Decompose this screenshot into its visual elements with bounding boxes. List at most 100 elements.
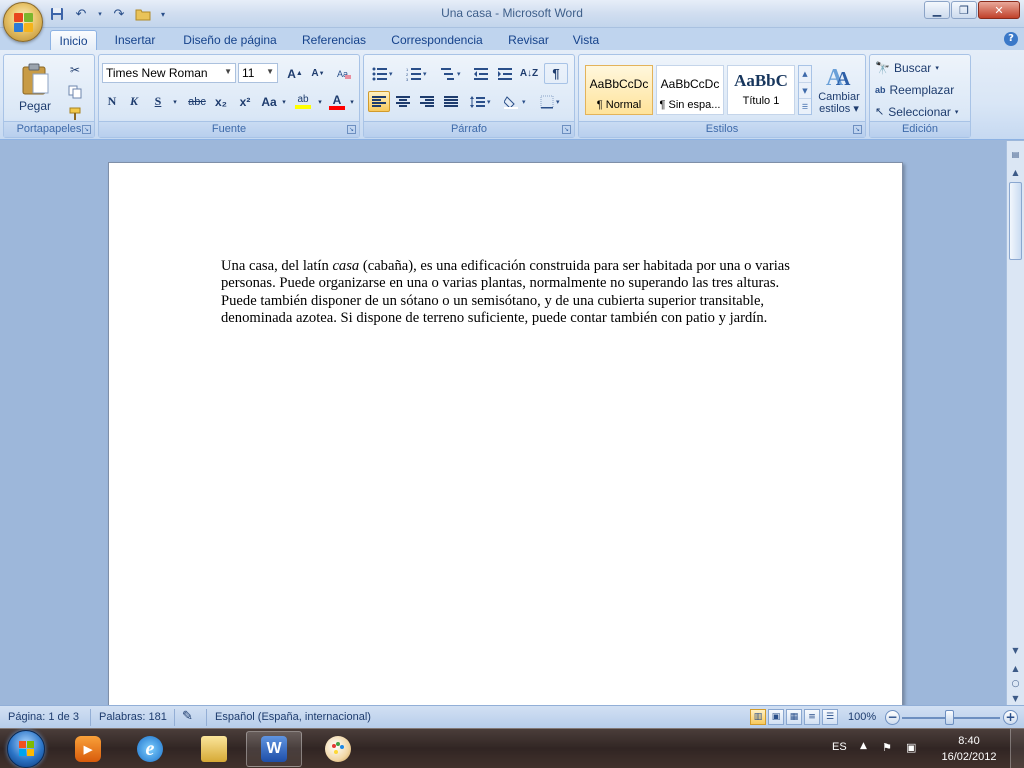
language-indicator[interactable]: Español (España, internacional) [215,711,371,723]
close-button[interactable]: ✕ [978,1,1020,19]
taskbar-windows-explorer[interactable] [186,731,242,767]
grow-font-button[interactable]: A ▲ [284,63,306,84]
highlight-button[interactable]: ab [291,91,315,112]
outline-view-icon[interactable]: ≡ [804,709,820,725]
bullets-icon[interactable]: ▾ [368,63,398,84]
input-language[interactable]: ES [832,741,847,753]
word-count[interactable]: Palabras: 181 [99,711,167,723]
portapapeles-launcher-icon[interactable]: ↘ [82,125,91,134]
maximize-button[interactable]: ❐ [951,1,977,19]
tab-vista[interactable]: Vista [566,30,606,50]
scroll-down-icon[interactable]: ▼ [1008,643,1023,658]
bold-button[interactable]: N [102,91,122,112]
chevron-down-icon: ▾ [935,64,939,72]
borders-icon[interactable]: ▾ [536,91,566,112]
show-hidden-icons-icon[interactable]: ▲ [860,741,867,751]
full-screen-reading-view-icon[interactable]: ▣ [768,709,784,725]
align-center-icon[interactable] [392,91,414,112]
ruler-toggle-icon[interactable]: ▤ [1008,147,1023,162]
estilos-launcher-icon[interactable]: ↘ [853,125,862,134]
paste-button[interactable]: Pegar [8,57,62,119]
document-page[interactable]: Una casa, del latín casa (cabaña), es un… [108,162,903,705]
zoom-slider-thumb[interactable] [945,710,954,725]
style-sin-espaciado[interactable]: AaBbCcDc ¶ Sin espa... [656,65,724,115]
minimize-button[interactable]: ▁ [924,1,950,19]
numbering-icon[interactable]: 1 2 3 ▾ [402,63,432,84]
tab-diseno-de-pagina[interactable]: Diseño de página [176,30,284,50]
replace-button[interactable]: ab Reemplazar [874,79,968,100]
shrink-font-button[interactable]: A ▼ [307,63,329,84]
taskbar-paint[interactable] [310,731,366,767]
font-name-combo[interactable]: Times New Roman ▼ [102,63,236,83]
superscript-button[interactable]: x² [235,91,255,112]
decrease-indent-icon[interactable] [470,63,492,84]
underline-dropdown-icon[interactable]: ▾ [170,91,180,112]
font-name-value: Times New Roman [106,66,208,80]
zoom-in-icon[interactable]: + [1003,710,1018,725]
page-count[interactable]: Página: 1 de 3 [8,711,79,723]
cut-icon[interactable]: ✂ [64,59,86,80]
taskbar-media-player[interactable]: ▶ [60,731,116,767]
zoom-out-icon[interactable]: − [885,710,900,725]
gallery-up-icon[interactable]: ▲ [799,66,811,82]
copy-icon[interactable] [64,81,86,102]
style-normal[interactable]: AaBbCcDc ¶ Normal [585,65,653,115]
sort-icon[interactable]: A↓Z [518,63,540,84]
highlight-dropdown-icon[interactable]: ▾ [316,91,324,112]
action-center-flag-icon[interactable]: ⚑ [882,741,892,754]
group-label-portapapeles: Portapapeles [4,121,94,137]
tab-referencias[interactable]: Referencias [296,30,372,50]
align-left-icon[interactable] [368,91,390,112]
proofing-icon[interactable]: ✎ [182,708,193,724]
style-titulo-1[interactable]: AaBbC Título 1 [727,65,795,115]
find-button[interactable]: 🔭 Buscar ▾ [874,57,968,78]
browse-object-icon[interactable]: ○ [1008,676,1023,691]
system-clock[interactable]: 8:40 16/02/2012 [936,733,1002,765]
tab-correspondencia[interactable]: Correspondencia [386,30,488,50]
tab-revisar[interactable]: Revisar [502,30,555,50]
show-marks-button[interactable]: ¶ [544,63,568,84]
font-color-button[interactable]: A [327,91,347,112]
start-button[interactable] [7,730,45,768]
change-styles-button[interactable]: AA Cambiar estilos ▾ [815,57,863,119]
gallery-down-icon[interactable]: ▼ [799,82,811,98]
subscript-button[interactable]: x₂ [211,91,231,112]
font-color-dropdown-icon[interactable]: ▾ [348,91,356,112]
font-size-combo[interactable]: 11 ▼ [238,63,278,83]
scroll-up-icon[interactable]: ▲ [1008,165,1023,180]
show-desktop-button[interactable] [1010,729,1024,768]
taskbar-word[interactable]: W [246,731,302,767]
tab-inicio[interactable]: Inicio [50,30,97,50]
previous-page-icon[interactable]: ▲ [1008,661,1023,676]
next-page-icon[interactable]: ▼ [1008,691,1023,706]
justify-icon[interactable] [440,91,462,112]
gallery-more-icon[interactable]: ☰ [799,98,811,114]
taskbar-internet-explorer[interactable]: e [122,731,178,767]
document-paragraph[interactable]: Una casa, del latín casa (cabaña), es un… [221,258,797,327]
parrafo-launcher-icon[interactable]: ↘ [562,125,571,134]
fuente-launcher-icon[interactable]: ↘ [347,125,356,134]
align-right-icon[interactable] [416,91,438,112]
italic-button[interactable]: K [124,91,144,112]
shading-icon[interactable]: ▾ [500,91,532,112]
underline-button[interactable]: S [148,91,168,112]
select-button[interactable]: ↖ Seleccionar ▾ [874,101,968,122]
multilevel-list-icon[interactable]: ▾ [436,63,466,84]
office-button[interactable] [3,2,43,42]
help-icon[interactable]: ? [1004,32,1018,46]
increase-indent-icon[interactable] [494,63,516,84]
print-layout-view-icon[interactable]: ▥ [750,709,766,725]
web-layout-view-icon[interactable]: ▦ [786,709,802,725]
scrollbar-thumb[interactable] [1009,182,1022,260]
tab-insertar[interactable]: Insertar [107,30,163,50]
paint-palette-icon [325,736,351,762]
draft-view-icon[interactable]: ☰ [822,709,838,725]
zoom-level[interactable]: 100% [848,711,876,723]
network-icon[interactable]: ▣ [906,741,916,754]
change-case-dropdown-icon[interactable]: ▾ [280,91,288,112]
line-spacing-icon[interactable]: ▾ [466,91,496,112]
strikethrough-button[interactable]: abc [185,91,209,112]
vertical-scrollbar[interactable]: ▤ ▲ ▼ ▲ ○ ▼ [1006,141,1024,705]
clear-format-icon[interactable]: Aa [333,63,355,84]
change-case-button[interactable]: Aa [259,91,279,112]
